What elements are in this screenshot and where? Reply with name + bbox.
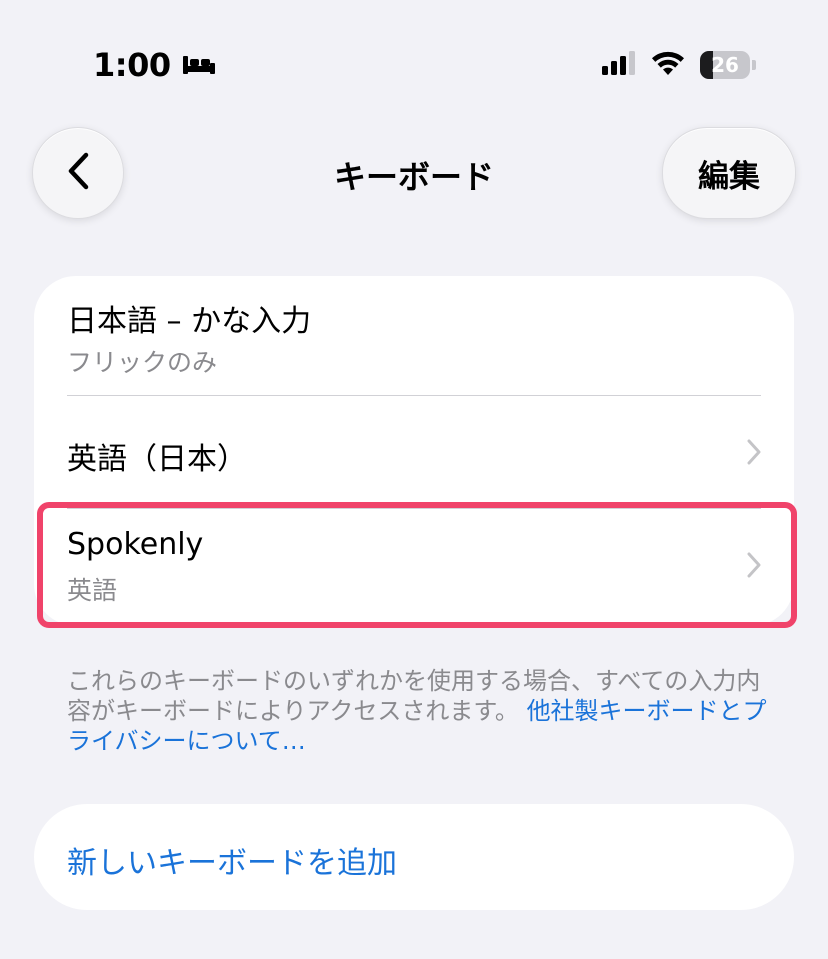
privacy-footnote: これらのキーボードのいずれかを使用する場合、すべての入力内容がキーボードによりア… [67,666,767,756]
battery-indicator: 26 [700,51,756,79]
chevron-right-icon [747,552,761,578]
keyboard-row-spokenly[interactable]: Spokenly 英語 [34,509,794,626]
keyboard-subtitle: 英語 [67,576,118,605]
keyboard-title: 英語（日本） [67,442,247,477]
cellular-signal-icon [602,51,636,79]
keyboard-title: Spokenly [67,527,204,562]
keyboard-row-japanese-kana[interactable]: 日本語 – かな入力 フリックのみ [34,276,794,396]
keyboard-title: 日本語 – かな入力 [67,304,312,339]
status-bar-time: 1:00 [93,46,217,84]
wifi-icon [650,50,686,80]
status-bar-right: 26 [602,50,756,80]
chevron-right-icon [747,439,761,465]
keyboard-row-english-japan[interactable]: 英語（日本） [34,396,794,508]
sleep-focus-icon [181,46,217,84]
battery-cap [752,60,756,70]
battery-icon: 26 [700,51,750,79]
add-keyboard-card: 新しいキーボードを追加 [34,804,794,910]
keyboard-subtitle: フリックのみ [67,348,218,377]
add-keyboard-button[interactable]: 新しいキーボードを追加 [67,838,397,882]
time-text: 1:00 [93,46,171,84]
keyboards-list: 日本語 – かな入力 フリックのみ 英語（日本） Spokenly 英語 [34,276,794,626]
battery-level-text: 26 [711,53,739,77]
edit-button[interactable]: 編集 [662,127,796,219]
